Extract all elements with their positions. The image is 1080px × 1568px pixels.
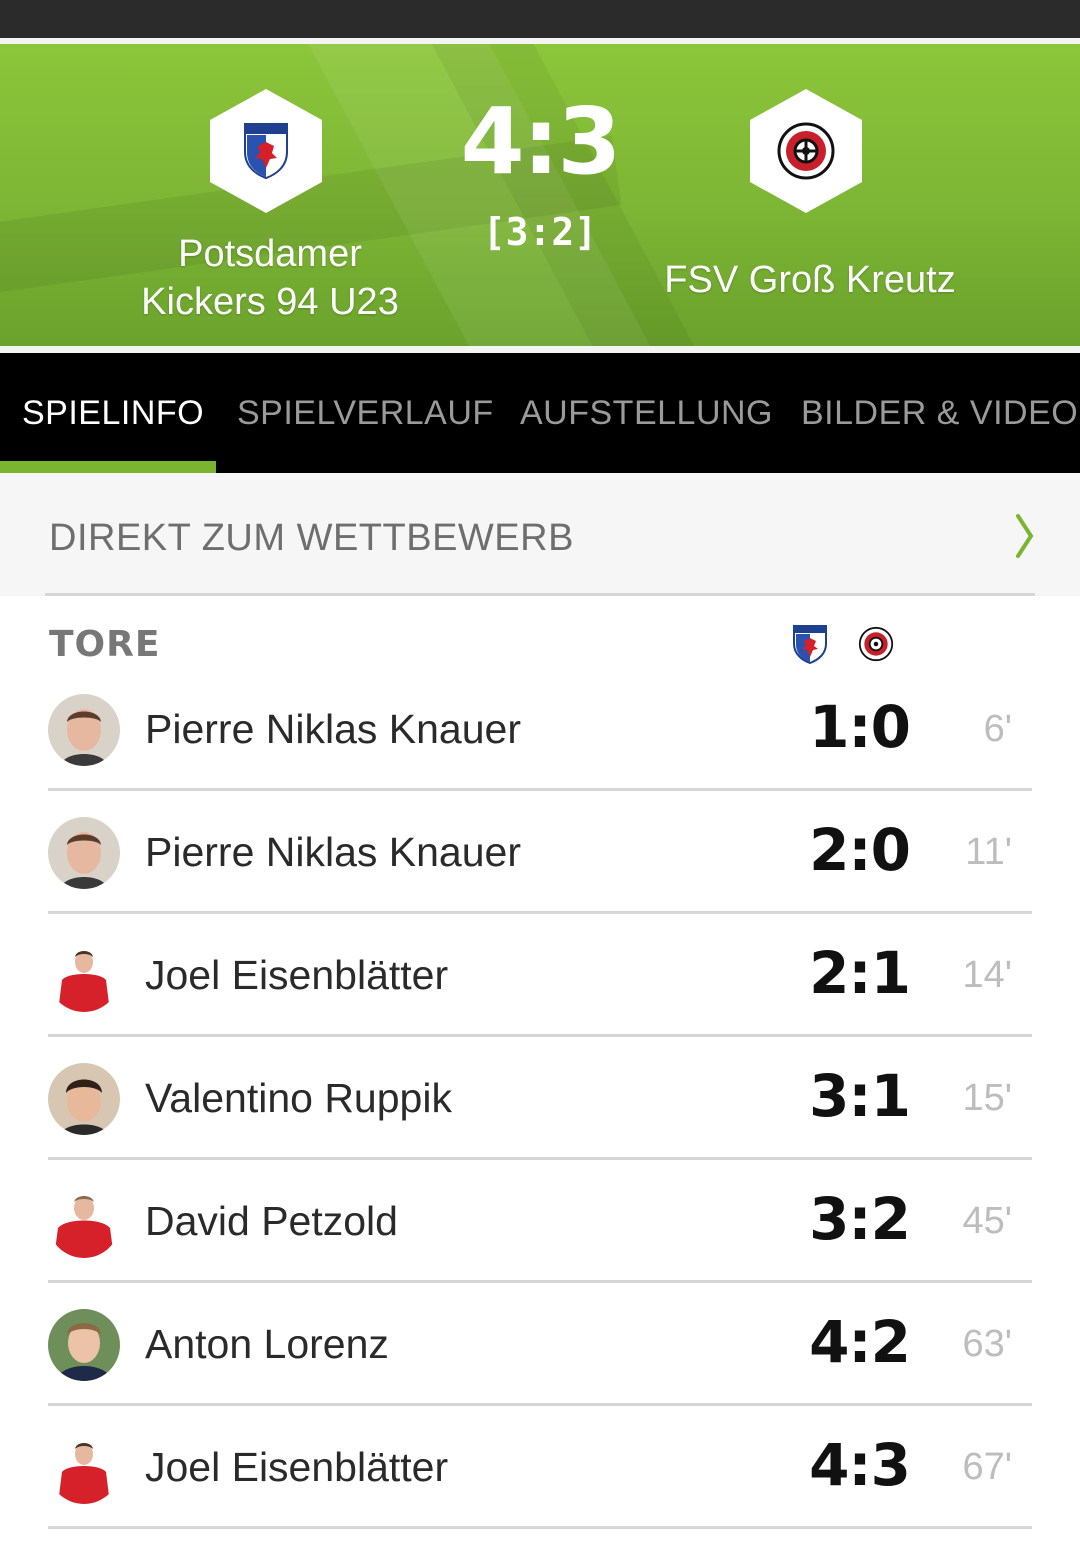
goal-minute: 63' [962, 1323, 1012, 1365]
goal-score: 4:3 [809, 1431, 911, 1499]
chevron-right-icon [1016, 514, 1034, 558]
goal-minute: 45' [962, 1200, 1012, 1242]
away-team-crest[interactable] [750, 89, 862, 213]
goal-score: 3:1 [809, 1062, 911, 1130]
goals-section: TORE Pierre Niklas Knauer 1:0 6' Pierre … [0, 596, 1080, 1568]
goal-row[interactable]: Anton Lorenz 4:2 63' [0, 1283, 1080, 1406]
goal-score: 2:0 [809, 816, 911, 884]
player-avatar [48, 1309, 120, 1381]
goal-row[interactable]: Joel Eisenblätter 4:3 67' [0, 1406, 1080, 1529]
halftime-score: [3:2] [482, 210, 598, 254]
goal-score: 1:0 [809, 693, 911, 761]
home-team-name[interactable]: Potsdamer Kickers 94 U23 [110, 230, 430, 326]
tab-spielinfo[interactable]: SPIELINFO [22, 393, 204, 433]
goal-score: 4:2 [809, 1308, 911, 1376]
goal-row[interactable]: Joel Eisenblätter 2:1 14' [0, 914, 1080, 1037]
match-header: 4:3 [3:2] Potsdamer Kickers 94 U23 FSV Gr… [0, 44, 1080, 346]
player-avatar [48, 694, 120, 766]
away-team-name[interactable]: FSV Groß Kreutz [640, 256, 980, 304]
goal-minute: 6' [983, 708, 1012, 750]
tab-spielverlauf[interactable]: SPIELVERLAUF [237, 393, 494, 433]
potsdamer-kickers-crest-icon [244, 123, 288, 180]
tab-aufstellung[interactable]: AUFSTELLUNG [520, 393, 773, 433]
goal-scorer-name: Joel Eisenblätter [145, 952, 449, 998]
goal-minute: 14' [962, 954, 1012, 996]
status-bar [0, 0, 1080, 38]
player-avatar [48, 1186, 120, 1258]
goal-scorer-name: Joel Eisenblätter [145, 1444, 449, 1490]
goal-scorer-name: Pierre Niklas Knauer [145, 829, 521, 875]
player-avatar [48, 1063, 120, 1135]
divider [48, 1526, 1032, 1529]
goals-heading: TORE [49, 624, 161, 665]
goal-minute: 15' [962, 1077, 1012, 1119]
match-tabs: SPIELINFO SPIELVERLAUF AUFSTELLUNG BILDE… [0, 353, 1080, 473]
fsv-gross-kreutz-crest-icon [777, 122, 835, 180]
tab-bilder-videos[interactable]: BILDER & VIDEOS [801, 393, 1080, 433]
goal-scorer-name: David Petzold [145, 1198, 398, 1244]
competition-link[interactable]: DIREKT ZUM WETTBEWERB [0, 473, 1080, 595]
goal-scorer-name: Valentino Ruppik [145, 1075, 452, 1121]
active-tab-indicator [0, 461, 216, 473]
goal-scorer-name: Pierre Niklas Knauer [145, 706, 521, 752]
goal-scorer-name: Anton Lorenz [145, 1321, 389, 1367]
final-score: 4:3 [460, 88, 622, 195]
goal-row[interactable]: Pierre Niklas Knauer 1:0 6' [0, 668, 1080, 791]
player-avatar [48, 817, 120, 889]
competition-link-label: DIREKT ZUM WETTBEWERB [49, 517, 574, 559]
goal-row[interactable]: Pierre Niklas Knauer 2:0 11' [0, 791, 1080, 914]
goal-row[interactable]: David Petzold 3:2 45' [0, 1160, 1080, 1283]
player-avatar [48, 940, 120, 1012]
home-crest-mini-icon [793, 625, 827, 664]
goal-row[interactable]: Valentino Ruppik 3:1 15' [0, 1037, 1080, 1160]
goal-minute: 67' [962, 1446, 1012, 1488]
goal-score: 2:1 [809, 939, 911, 1007]
goal-minute: 11' [965, 831, 1012, 873]
goal-score: 3:2 [809, 1185, 911, 1253]
player-avatar [48, 1432, 120, 1504]
away-crest-mini-icon [858, 626, 894, 662]
